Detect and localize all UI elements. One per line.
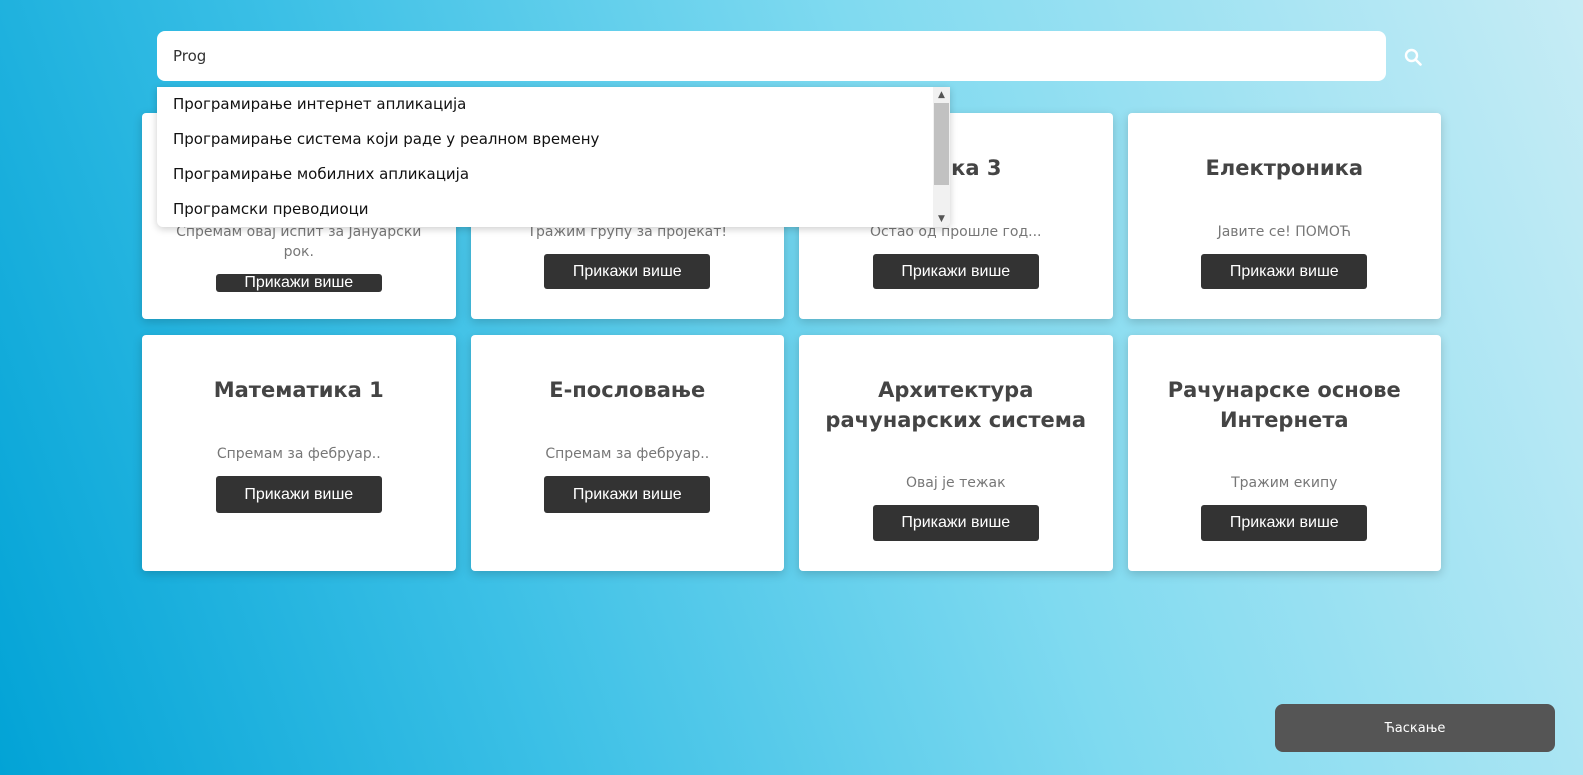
chevron-down-icon[interactable]: ▼ — [933, 211, 950, 227]
card-description: Тражим екипу — [1231, 474, 1338, 491]
card-description: Овај је тежак — [905, 474, 1006, 491]
card-title: Математика 1 — [213, 378, 384, 402]
show-more-button[interactable]: Прикажи више — [872, 254, 1039, 289]
show-more-button[interactable]: Прикажи више — [215, 476, 382, 513]
suggestion-list: Програмирање интернет апликација Програм… — [157, 87, 933, 227]
show-more-button[interactable]: Прикажи више — [544, 476, 711, 513]
course-card: Математика 1 Спремам за фебруар.. Прикаж… — [142, 335, 456, 571]
card-description: Спремам за фебруар.. — [216, 446, 381, 462]
course-card: Е-пословање Спремам за фебруар.. Прикажи… — [470, 335, 784, 571]
chevron-up-icon[interactable]: ▲ — [933, 87, 950, 103]
dropdown-scrollbar[interactable]: ▲ ▼ — [933, 87, 950, 227]
course-card: Електроника Јавите се! ПОМОЋ Прикажи виш… — [1127, 113, 1441, 319]
show-more-button[interactable]: Прикажи више — [1201, 254, 1368, 289]
show-more-button[interactable]: Прикажи више — [872, 504, 1039, 541]
card-description: Спремам овај испит за Јануарски рок. — [176, 224, 422, 260]
show-more-button[interactable]: Прикажи више — [544, 254, 711, 289]
course-card: Архитектура рачунарских система Овај је … — [799, 335, 1113, 571]
card-description: Спремам за фебруар.. — [545, 446, 710, 462]
show-more-button[interactable]: Прикажи више — [215, 274, 382, 292]
search-suggestions-dropdown: Програмирање интернет апликација Програм… — [157, 87, 950, 227]
chat-button[interactable]: Ћаскање — [1275, 704, 1555, 752]
show-more-button[interactable]: Прикажи више — [1201, 504, 1368, 541]
search-icon — [1404, 48, 1422, 66]
scrollbar-thumb[interactable] — [934, 103, 949, 185]
suggestion-item[interactable]: Програмирање интернет апликација — [157, 87, 933, 122]
search-input[interactable] — [157, 31, 1386, 81]
card-title: Архитектура рачунарских система — [825, 378, 1087, 432]
card-description: Јавите се! ПОМОЋ — [1217, 224, 1351, 240]
card-title: Електроника — [1205, 156, 1364, 180]
course-card: Рачунарске основе Интернета Тражим екипу… — [1127, 335, 1441, 571]
suggestion-item[interactable]: Програмирање система који раде у реалном… — [157, 122, 933, 157]
search-button[interactable] — [1400, 44, 1426, 70]
card-title: Е-пословање — [549, 378, 706, 402]
suggestion-item[interactable]: Програмски преводиоци — [157, 192, 933, 227]
card-title: Рачунарске основе Интернета — [1167, 378, 1401, 432]
suggestion-item[interactable]: Програмирање мобилних апликација — [157, 157, 933, 192]
